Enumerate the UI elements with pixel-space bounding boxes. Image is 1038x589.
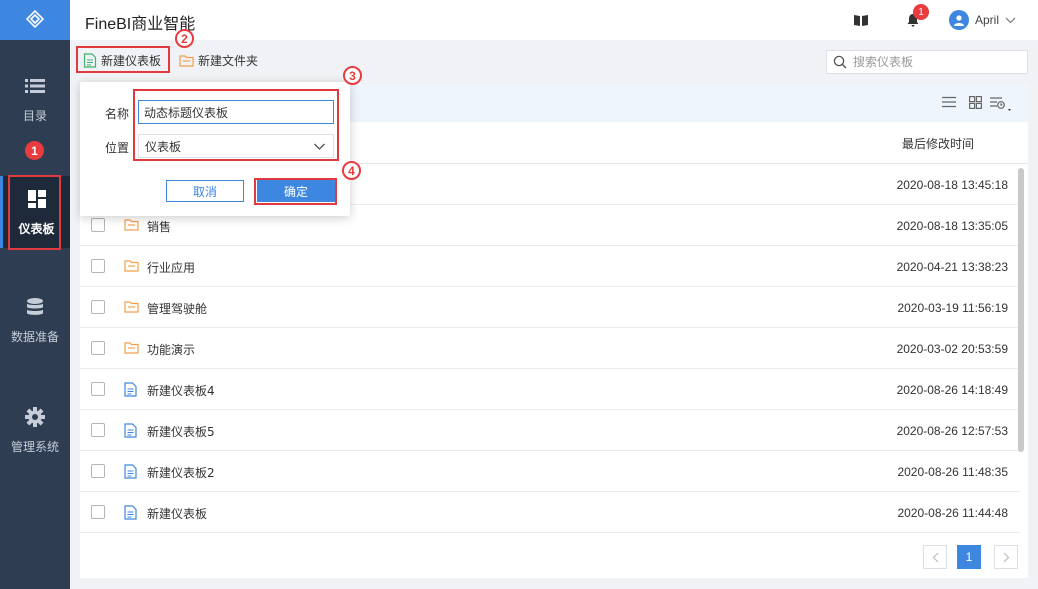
list-icon [24,75,46,97]
dashboard-file-icon [124,423,137,438]
header-actions: 1 April [851,0,1016,40]
annotation-badge: 4 [342,161,361,180]
list-view-icon[interactable] [942,96,956,108]
logo-icon [25,9,45,32]
user-menu[interactable]: April [948,10,1016,30]
row-checkbox[interactable] [91,382,105,396]
prev-page-button[interactable] [923,545,947,569]
file-list: 2020-08-18 13:45:18 销售 2020-08-18 13:35:… [80,164,1020,533]
cancel-button[interactable]: 取消 [166,180,244,202]
database-icon [24,296,46,318]
sidebar-item-admin[interactable]: 管理系统 [0,406,70,455]
chevron-down-icon [1005,17,1016,24]
sidebar-item-data-prep[interactable]: 数据准备 [0,296,70,345]
name-label: 名称 [105,107,130,121]
annotation-box-new-dashboard [76,46,170,73]
row-modified-time: 2020-03-19 11:56:19 [897,301,1008,315]
row-modified-time: 2020-08-26 11:44:48 [897,506,1008,520]
annotation-box-confirm [254,178,337,205]
search-input[interactable] [853,55,1013,69]
row-name: 新建仪表板5 [147,425,215,439]
row-name: 新建仪表板4 [147,384,215,398]
search-icon [833,55,847,69]
new-folder-button[interactable]: 新建文件夹 [179,52,258,69]
grid-view-icon[interactable] [969,96,982,109]
table-row[interactable]: 功能演示 2020-03-02 20:53:59 [80,328,1020,369]
annotation-box-dialog-fields [133,89,339,161]
annotation-badge: 2 [175,29,194,48]
row-name: 管理驾驶舱 [147,302,208,316]
table-row[interactable]: 管理驾驶舱 2020-03-19 11:56:19 [80,287,1020,328]
row-modified-time: 2020-08-18 13:45:18 [896,178,1008,192]
dashboard-file-icon [124,505,137,520]
gear-icon [24,406,46,428]
row-modified-time: 2020-08-26 12:57:53 [896,424,1008,438]
app-logo[interactable] [0,0,70,40]
row-name: 功能演示 [147,343,196,357]
search-box[interactable] [826,50,1028,74]
row-checkbox[interactable] [91,505,105,519]
table-row[interactable]: 新建仪表板2 2020-08-26 11:48:35 [80,451,1020,492]
sidebar: 目录 仪表板 数据准备 管理系统 [0,0,70,589]
row-name: 新建仪表板 [147,507,208,521]
folder-icon [179,54,194,67]
chevron-left-icon [932,552,938,562]
table-row[interactable]: 新建仪表板5 2020-08-26 12:57:53 [80,410,1020,451]
new-folder-label: 新建文件夹 [198,54,259,68]
row-modified-time: 2020-04-21 13:38:23 [896,260,1008,274]
row-modified-time: 2020-08-18 13:35:05 [896,219,1008,233]
annotation-badge: 1 [25,141,44,160]
row-checkbox[interactable] [91,218,105,232]
row-name: 行业应用 [147,261,196,275]
toolbar: 新建仪表板 新建文件夹 [70,40,1038,82]
notification-button[interactable]: 1 [903,4,929,30]
sort-options-icon[interactable] [989,96,1015,112]
notification-badge: 1 [912,4,929,20]
folder-icon [124,218,139,231]
folder-icon [124,259,139,272]
book-icon[interactable] [851,10,871,30]
table-row[interactable]: 行业应用 2020-04-21 13:38:23 [80,246,1020,287]
folder-icon [124,341,139,354]
table-row[interactable]: 新建仪表板 2020-08-26 11:44:48 [80,492,1020,533]
row-checkbox[interactable] [91,423,105,437]
row-checkbox[interactable] [91,464,105,478]
table-row[interactable]: 新建仪表板4 2020-08-26 14:18:49 [80,369,1020,410]
row-modified-time: 2020-08-26 14:18:49 [896,383,1008,397]
sidebar-item-label: 目录 [22,109,47,123]
row-checkbox[interactable] [91,300,105,314]
row-modified-time: 2020-03-02 20:53:59 [896,342,1008,356]
location-label: 位置 [105,141,130,155]
row-name: 销售 [147,220,172,234]
user-name: April [974,13,999,27]
row-modified-time: 2020-08-26 11:48:35 [897,465,1008,479]
annotation-badge: 3 [343,66,362,85]
dashboard-file-icon [124,464,137,479]
avatar [948,10,969,30]
annotation-box-dashboard-nav [8,175,61,250]
sidebar-item-label: 管理系统 [10,440,59,454]
row-checkbox[interactable] [91,259,105,273]
chevron-right-icon [1003,552,1009,562]
sidebar-item-label: 数据准备 [10,330,59,344]
sidebar-item-catalog[interactable]: 目录 [0,75,70,124]
top-header: FineBI商业智能 1 April [70,0,1038,40]
row-checkbox[interactable] [91,341,105,355]
dashboard-file-icon [124,382,137,397]
next-page-button[interactable] [994,545,1018,569]
modified-time-header: 最后修改时间 [902,137,975,151]
folder-icon [124,300,139,313]
row-name: 新建仪表板2 [147,466,215,480]
scrollbar[interactable] [1018,168,1024,452]
page-number-button[interactable]: 1 [957,545,981,569]
